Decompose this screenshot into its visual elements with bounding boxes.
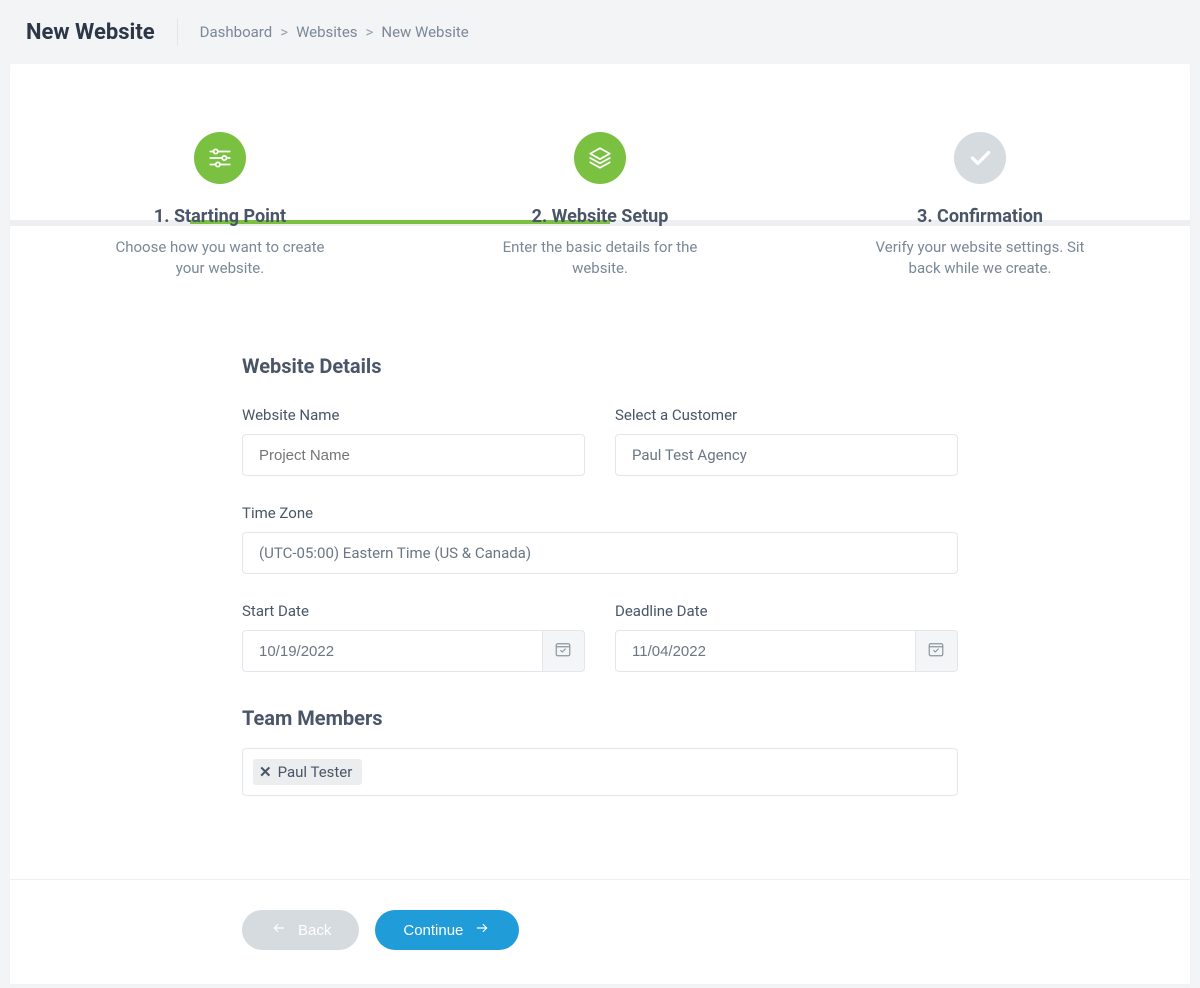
main-card: 1. Starting Point Choose how you want to…	[10, 64, 1190, 984]
step-website-setup: 2. Website Setup Enter the basic details…	[480, 132, 720, 279]
step-desc: Enter the basic details for the website.	[480, 237, 720, 279]
calendar-icon	[927, 640, 945, 662]
page-header: New Website Dashboard > Websites > New W…	[0, 0, 1200, 64]
website-name-label: Website Name	[242, 406, 585, 424]
continue-button-label: Continue	[403, 922, 463, 939]
step-title: 1. Starting Point	[100, 206, 340, 227]
deadline-date-picker-button[interactable]	[915, 630, 958, 672]
timezone-label: Time Zone	[242, 504, 958, 522]
sliders-icon	[194, 132, 246, 184]
breadcrumb-dashboard[interactable]: Dashboard	[200, 23, 273, 41]
breadcrumb-sep: >	[366, 23, 374, 41]
breadcrumb: Dashboard > Websites > New Website	[200, 23, 469, 41]
step-desc: Verify your website settings. Sit back w…	[860, 237, 1100, 279]
stepper: 1. Starting Point Choose how you want to…	[10, 64, 1190, 354]
breadcrumb-sep: >	[280, 23, 288, 41]
calendar-icon	[554, 640, 572, 662]
form-area: Website Details Website Name Select a Cu…	[10, 354, 1190, 796]
continue-button[interactable]: Continue	[375, 910, 519, 950]
back-button-label: Back	[298, 922, 331, 939]
customer-select[interactable]: Paul Test Agency	[615, 434, 958, 476]
step-title: 3. Confirmation	[860, 206, 1100, 227]
arrow-left-icon	[270, 921, 288, 939]
team-member-name: Paul Tester	[278, 763, 353, 781]
check-icon	[954, 132, 1006, 184]
back-button[interactable]: Back	[242, 910, 359, 950]
deadline-date-input[interactable]	[615, 630, 915, 672]
timezone-select[interactable]: (UTC-05:00) Eastern Time (US & Canada)	[242, 532, 958, 574]
section-team-members: Team Members	[242, 706, 958, 730]
header-divider	[177, 18, 178, 46]
section-website-details: Website Details	[242, 354, 958, 378]
team-members-input[interactable]: ✕ Paul Tester	[242, 748, 958, 796]
step-title: 2. Website Setup	[480, 206, 720, 227]
wizard-footer: Back Continue	[10, 879, 1190, 984]
deadline-date-label: Deadline Date	[615, 602, 958, 620]
layers-icon	[574, 132, 626, 184]
step-starting-point: 1. Starting Point Choose how you want to…	[100, 132, 340, 279]
arrow-right-icon	[473, 921, 491, 939]
start-date-label: Start Date	[242, 602, 585, 620]
website-name-input[interactable]	[242, 434, 585, 476]
remove-tag-icon[interactable]: ✕	[259, 763, 272, 781]
breadcrumb-current: New Website	[381, 23, 468, 41]
team-member-tag: ✕ Paul Tester	[253, 759, 362, 785]
breadcrumb-websites[interactable]: Websites	[296, 23, 357, 41]
customer-label: Select a Customer	[615, 406, 958, 424]
page-title: New Website	[26, 20, 155, 45]
step-desc: Choose how you want to create your websi…	[100, 237, 340, 279]
start-date-input[interactable]	[242, 630, 542, 672]
start-date-picker-button[interactable]	[542, 630, 585, 672]
step-confirmation: 3. Confirmation Verify your website sett…	[860, 132, 1100, 279]
